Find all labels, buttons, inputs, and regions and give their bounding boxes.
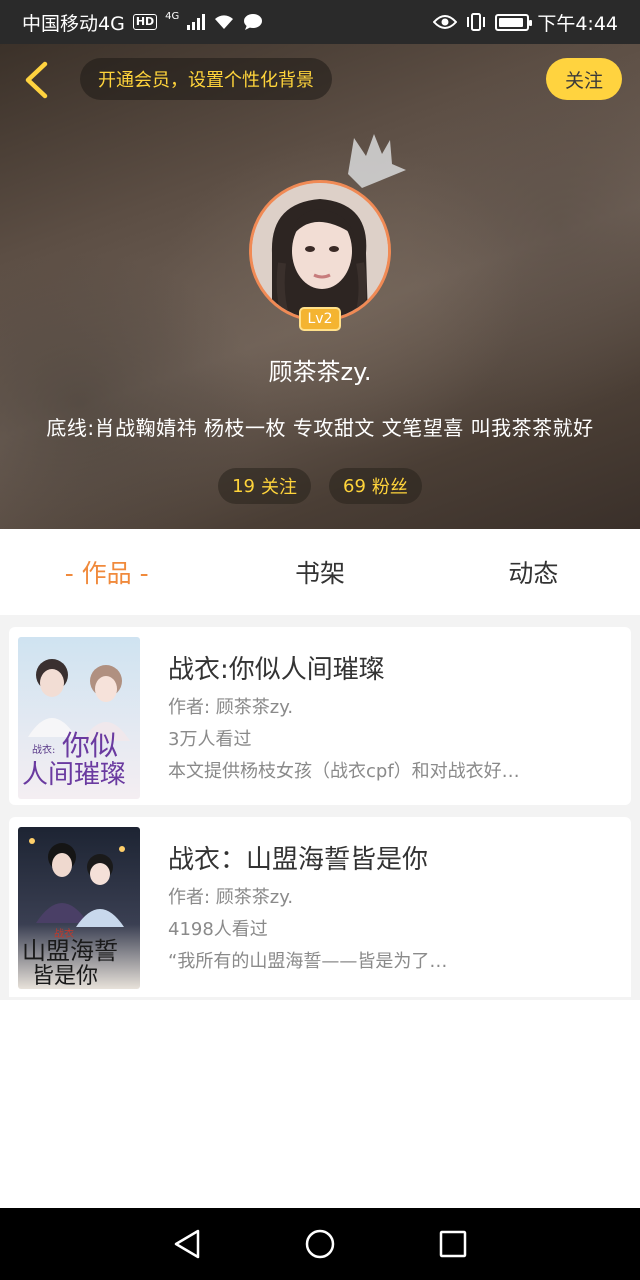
book-author: 作者: 顾茶茶zy. <box>168 697 294 718</box>
profile-tabs: - 作品 - 书架 动态 <box>0 529 640 615</box>
book-cover-art: 战衣: 你似 人间璀璨 <box>18 637 140 799</box>
carrier-label: 中国移动4G <box>22 12 125 35</box>
square-recents-icon <box>440 1230 467 1258</box>
book-info: 战衣：山盟海誓皆是你 作者: 顾茶茶zy. 4198人看过 “我所有的山盟海誓—… <box>168 839 601 974</box>
nav-home-button[interactable] <box>300 1224 340 1264</box>
nav-recents-button[interactable] <box>433 1224 473 1264</box>
avatar-portrait <box>252 183 388 319</box>
status-bar-right: 下午4:44 <box>433 9 618 36</box>
status-bar: 中国移动4G HD 4G 下午4:44 <box>0 0 640 44</box>
circle-home-icon <box>305 1229 335 1259</box>
book-description: 本文提供杨枝女孩（战衣cpf）和对战衣好… <box>168 761 520 782</box>
vip-background-prompt[interactable]: 开通会员，设置个性化背景 <box>80 58 332 100</box>
level-label: Lv2 <box>307 311 333 327</box>
following-label: 关注 <box>261 477 297 498</box>
book-cover: 战衣 山盟海誓 皆是你 <box>18 827 140 989</box>
profile-header: 开通会员，设置个性化背景 关注 Lv2 顾茶茶zy. 底线:肖战鞠婧祎 杨枝一枚… <box>0 44 640 529</box>
vip-prompt-label: 开通会员，设置个性化背景 <box>98 70 314 91</box>
book-description: “我所有的山盟海誓——皆是为了… <box>168 951 448 972</box>
tab-works[interactable]: - 作品 - <box>0 554 213 590</box>
fans-count: 69 <box>343 475 366 497</box>
following-count: 19 <box>232 475 255 497</box>
fans-label: 粉丝 <box>371 477 408 498</box>
nav-back-button[interactable] <box>167 1224 207 1264</box>
book-author: 作者: 顾茶茶zy. <box>168 887 294 908</box>
cover-title-line1: 山盟海誓 <box>22 937 118 965</box>
book-list: 战衣: 你似 人间璀璨 战衣:你似人间璀璨 作者: 顾茶茶zy. 3万人看过 本… <box>0 615 640 1000</box>
cover-title-line2: 人间璀璨 <box>22 760 126 790</box>
fans-button[interactable]: 69 粉丝 <box>329 468 422 504</box>
battery-icon <box>495 13 533 31</box>
list-item[interactable]: 战衣: 你似 人间璀璨 战衣:你似人间璀璨 作者: 顾茶茶zy. 3万人看过 本… <box>9 627 631 805</box>
book-cover: 战衣: 你似 人间璀璨 <box>18 637 140 799</box>
book-title: 战衣：山盟海誓皆是你 <box>168 845 429 875</box>
following-button[interactable]: 19 关注 <box>218 468 311 504</box>
triangle-back-icon <box>174 1229 199 1259</box>
book-info: 战衣:你似人间璀璨 作者: 顾茶茶zy. 3万人看过 本文提供杨枝女孩（战衣cp… <box>168 649 601 784</box>
cover-title-line2: 皆是你 <box>32 964 98 989</box>
navigation-bar <box>0 1208 640 1280</box>
tab-activity[interactable]: 动态 <box>427 554 640 590</box>
back-button[interactable] <box>18 60 54 100</box>
chat-bubble-icon <box>244 14 263 30</box>
chevron-left-icon <box>25 61 48 99</box>
level-badge: Lv2 <box>299 307 341 331</box>
avatar[interactable] <box>249 180 391 322</box>
status-bar-left: 中国移动4G HD 4G <box>22 9 263 36</box>
username: 顾茶茶zy. <box>268 358 372 386</box>
tab-bookshelf[interactable]: 书架 <box>213 554 426 590</box>
list-item[interactable]: 战衣 山盟海誓 皆是你 战衣：山盟海誓皆是你 作者: 顾茶茶zy. 4198人看… <box>9 817 631 997</box>
cover-prefix: 战衣: <box>32 743 55 756</box>
profile-stats: 19 关注 69 粉丝 <box>0 468 640 504</box>
hd-badge: HD <box>132 14 158 30</box>
follow-button[interactable]: 关注 <box>546 58 622 100</box>
book-cover-art: 战衣 山盟海誓 皆是你 <box>18 827 140 989</box>
book-title: 战衣:你似人间璀璨 <box>168 655 385 685</box>
vibrate-icon <box>467 13 486 31</box>
wifi-icon <box>215 15 234 29</box>
cover-title-line1: 你似 <box>62 729 118 762</box>
network-type-label: 4G <box>165 10 180 22</box>
book-views: 3万人看过 <box>168 729 252 750</box>
profile-bio: 底线:肖战鞠婧祎 杨枝一枚 专攻甜文 文笔望喜 叫我茶茶就好 <box>46 416 594 440</box>
eye-icon <box>433 15 458 29</box>
book-views: 4198人看过 <box>168 919 268 940</box>
avatar-image <box>249 180 391 322</box>
follow-label: 关注 <box>564 69 603 92</box>
clock: 下午4:44 <box>537 12 618 35</box>
signal-icon <box>187 14 206 30</box>
